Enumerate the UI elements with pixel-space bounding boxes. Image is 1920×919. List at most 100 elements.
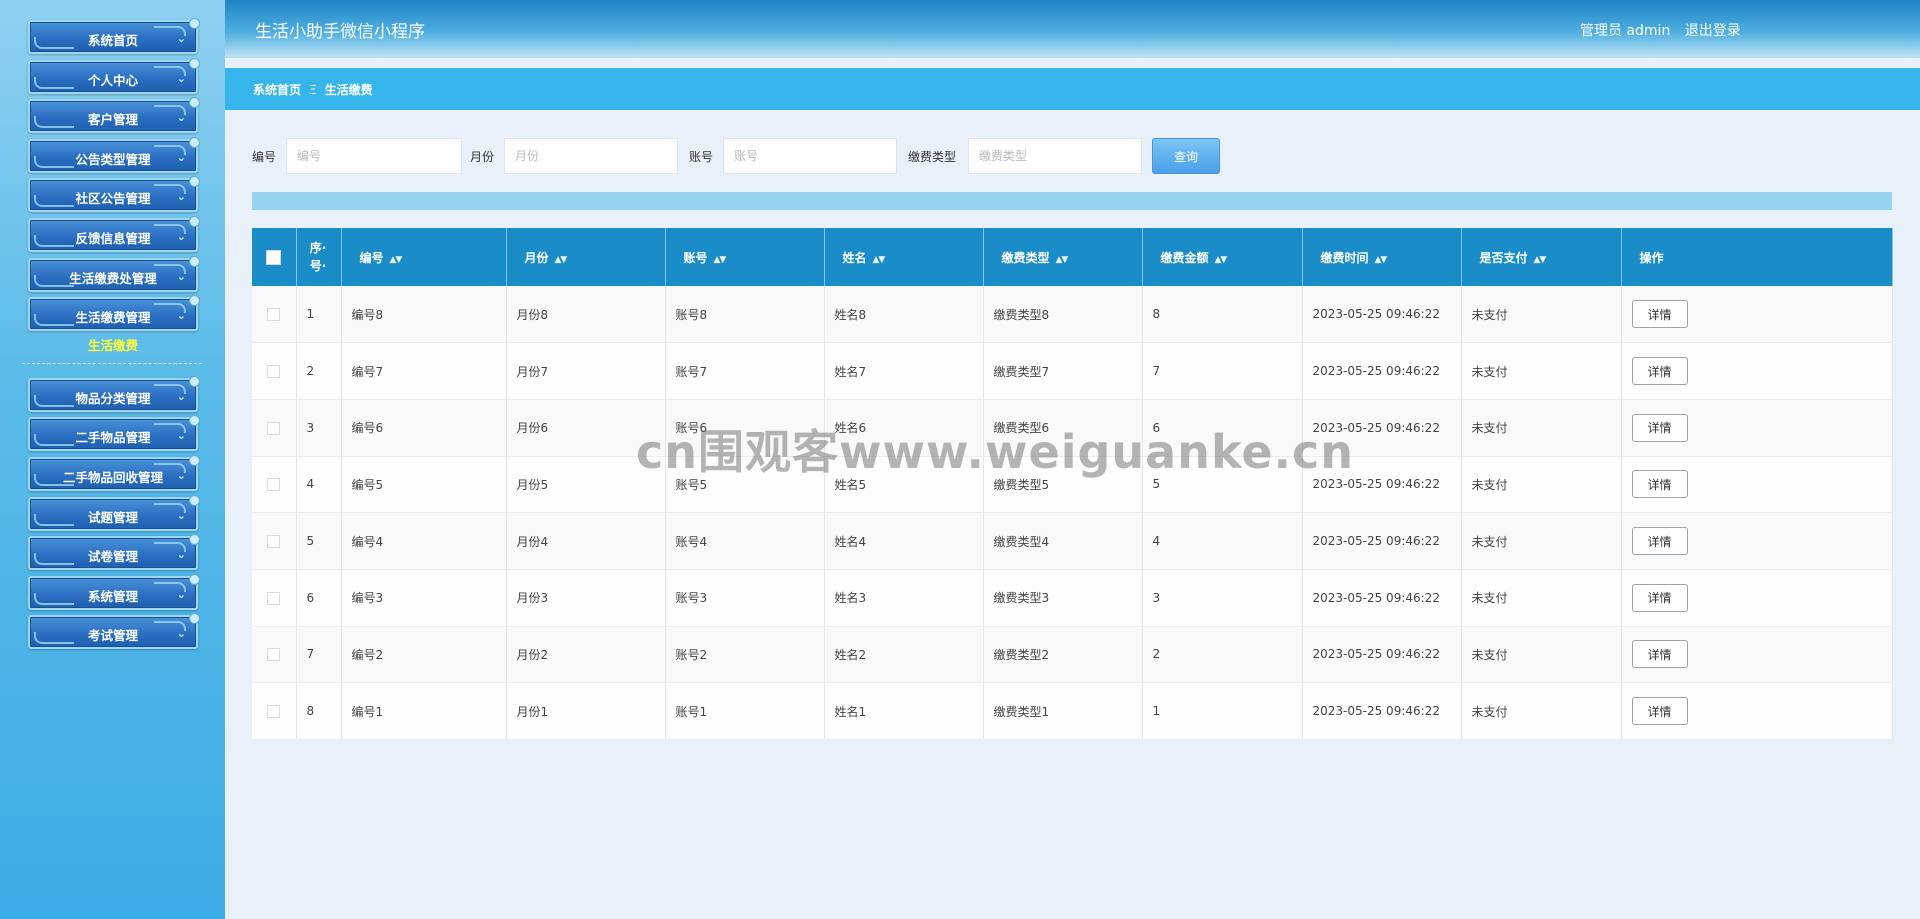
sort-arrows-icon[interactable]: ▲▼ bbox=[1534, 255, 1547, 265]
sidebar-item-top-3[interactable]: ⌄ 公告类型管理 bbox=[28, 136, 200, 173]
cell-name: 姓名3 bbox=[824, 569, 984, 627]
search-input-code[interactable] bbox=[286, 138, 462, 174]
ornament-icon bbox=[34, 513, 74, 526]
row-checkbox[interactable] bbox=[266, 535, 280, 549]
sort-arrows-icon[interactable]: ▲▼ bbox=[714, 255, 727, 265]
chevron-down-icon: ⌄ bbox=[176, 32, 186, 45]
ornament-icon bbox=[34, 434, 74, 447]
row-select[interactable] bbox=[252, 569, 297, 627]
sidebar-item-top-7[interactable]: ⌄ 生活缴费管理 bbox=[28, 295, 200, 332]
sort-arrows-icon[interactable]: ▲▼ bbox=[555, 255, 568, 265]
detail-button[interactable]: 详情 bbox=[1631, 413, 1688, 442]
sidebar-item-label: 系统首页 bbox=[87, 33, 138, 48]
submenu-item-active[interactable]: 生活缴费 bbox=[28, 335, 198, 357]
search-input-account[interactable] bbox=[723, 138, 897, 174]
column-header-account[interactable]: 账号 ▲▼ bbox=[665, 228, 825, 286]
sidebar-item-top-4[interactable]: ⌄ 社区公告管理 bbox=[28, 176, 200, 213]
column-header-month[interactable]: 月份 ▲▼ bbox=[506, 228, 666, 286]
row-select[interactable] bbox=[252, 456, 297, 514]
row-select[interactable] bbox=[252, 512, 297, 570]
sidebar-item-bottom-2[interactable]: ⌄ 二手物品回收管理 bbox=[28, 454, 200, 491]
sidebar-item-top-1[interactable]: ⌄ 个人中心 bbox=[28, 57, 200, 94]
sidebar-item-top-2[interactable]: ⌄ 客户管理 bbox=[28, 97, 200, 134]
column-header-time[interactable]: 缴费时间 ▲▼ bbox=[1302, 228, 1462, 286]
breadcrumb-home[interactable]: 系统首页 bbox=[253, 83, 301, 97]
cell-month: 月份1 bbox=[506, 682, 666, 740]
column-header-amount[interactable]: 缴费金额 ▲▼ bbox=[1142, 228, 1303, 286]
row-checkbox[interactable] bbox=[266, 365, 280, 379]
sort-arrows-icon[interactable]: ▲▼ bbox=[873, 255, 886, 265]
ornament-icon bbox=[34, 195, 74, 208]
header-select-all[interactable] bbox=[252, 228, 297, 286]
detail-button[interactable]: 详情 bbox=[1631, 583, 1688, 612]
corner-dot-icon bbox=[189, 613, 200, 625]
detail-button[interactable]: 详情 bbox=[1631, 640, 1688, 669]
chevron-down-icon: ⌄ bbox=[176, 190, 186, 204]
cell-name: 姓名1 bbox=[824, 682, 984, 740]
row-checkbox[interactable] bbox=[266, 648, 280, 662]
cell-name: 姓名4 bbox=[824, 512, 984, 570]
detail-button[interactable]: 详情 bbox=[1631, 697, 1688, 726]
cell-paid: 未支付 bbox=[1461, 626, 1622, 684]
row-select[interactable] bbox=[252, 286, 297, 344]
row-select[interactable] bbox=[252, 342, 297, 400]
detail-button[interactable]: 详情 bbox=[1631, 300, 1688, 329]
sort-arrows-icon[interactable]: ▲▼ bbox=[1056, 255, 1069, 265]
cell-amount: 3 bbox=[1142, 569, 1303, 627]
column-header-code[interactable]: 编号 ▲▼ bbox=[341, 228, 507, 286]
sidebar-item-bottom-1[interactable]: ⌄ 二手物品管理 bbox=[28, 415, 200, 452]
column-header-paid[interactable]: 是否支付 ▲▼ bbox=[1461, 228, 1622, 286]
search-input-month[interactable] bbox=[504, 138, 678, 174]
cell-amount: 5 bbox=[1142, 456, 1303, 514]
row-checkbox[interactable] bbox=[266, 478, 280, 492]
sort-arrows-icon[interactable]: ▲▼ bbox=[390, 255, 403, 265]
cell-code: 编号8 bbox=[341, 286, 507, 344]
sidebar-item-top-0[interactable]: ⌄ 系统首页 bbox=[28, 18, 200, 54]
column-header-name[interactable]: 姓名 ▲▼ bbox=[824, 228, 984, 286]
cell-time: 2023-05-25 09:46:22 bbox=[1302, 682, 1462, 740]
data-table: 序· 号· 编号 ▲▼ 月份 ▲▼ 账号 ▲▼ 姓名 ▲▼ 缴费类型 ▲▼ 缴费金额 ▲▼ 缴… bbox=[252, 228, 1893, 740]
cell-action: 详情 bbox=[1621, 512, 1893, 570]
cell-seq: 5 bbox=[296, 512, 342, 570]
row-select[interactable] bbox=[252, 399, 297, 457]
chevron-down-icon: ⌄ bbox=[176, 587, 186, 601]
cell-action: 详情 bbox=[1621, 569, 1893, 627]
sidebar-item-bottom-6[interactable]: ⌄ 考试管理 bbox=[28, 613, 200, 650]
sidebar-item-top-6[interactable]: ⌄ 生活缴费处管理 bbox=[28, 255, 200, 292]
detail-button[interactable]: 详情 bbox=[1631, 357, 1688, 386]
cell-paid: 未支付 bbox=[1461, 456, 1622, 514]
row-select[interactable] bbox=[252, 626, 297, 684]
cell-action: 详情 bbox=[1621, 342, 1893, 400]
corner-dot-icon bbox=[189, 57, 200, 69]
row-checkbox[interactable] bbox=[266, 308, 280, 322]
column-header-action: 操作 bbox=[1621, 228, 1893, 286]
search-label-fee-type: 缴费类型 bbox=[908, 150, 957, 164]
sort-arrows-icon[interactable]: ▲▼ bbox=[1375, 255, 1388, 265]
logout-link[interactable]: 退出登录 bbox=[1685, 23, 1741, 39]
sidebar-item-bottom-5[interactable]: ⌄ 系统管理 bbox=[28, 573, 200, 610]
sidebar-item-label: 试题管理 bbox=[87, 509, 138, 525]
sidebar-item-label: 试卷管理 bbox=[87, 549, 138, 565]
detail-button[interactable]: 详情 bbox=[1631, 527, 1688, 556]
sidebar-item-bottom-4[interactable]: ⌄ 试卷管理 bbox=[28, 534, 200, 571]
chevron-down-icon: ⌄ bbox=[176, 150, 186, 164]
cell-amount: 6 bbox=[1142, 399, 1303, 457]
sort-arrows-icon[interactable]: ▲▼ bbox=[1215, 255, 1228, 265]
column-header-fee-type[interactable]: 缴费类型 ▲▼ bbox=[983, 228, 1143, 286]
query-button[interactable]: 查询 bbox=[1152, 138, 1220, 174]
corner-dot-icon bbox=[189, 494, 200, 506]
row-checkbox[interactable] bbox=[266, 591, 280, 605]
select-all-checkbox[interactable] bbox=[265, 249, 281, 265]
search-input-fee-type[interactable] bbox=[968, 138, 1142, 174]
cell-fee-type: 缴费类型3 bbox=[983, 569, 1143, 627]
sidebar-item-bottom-0[interactable]: ⌄ 物品分类管理 bbox=[28, 375, 200, 412]
sidebar-item-bottom-3[interactable]: ⌄ 试题管理 bbox=[28, 494, 200, 531]
sidebar-item-label: 系统管理 bbox=[87, 588, 138, 604]
row-checkbox[interactable] bbox=[266, 421, 280, 435]
row-checkbox[interactable] bbox=[266, 705, 280, 719]
cell-code: 编号4 bbox=[341, 512, 507, 570]
detail-button[interactable]: 详情 bbox=[1631, 470, 1688, 499]
cell-seq: 4 bbox=[296, 456, 342, 514]
row-select[interactable] bbox=[252, 682, 297, 740]
sidebar-item-top-5[interactable]: ⌄ 反馈信息管理 bbox=[28, 215, 200, 252]
